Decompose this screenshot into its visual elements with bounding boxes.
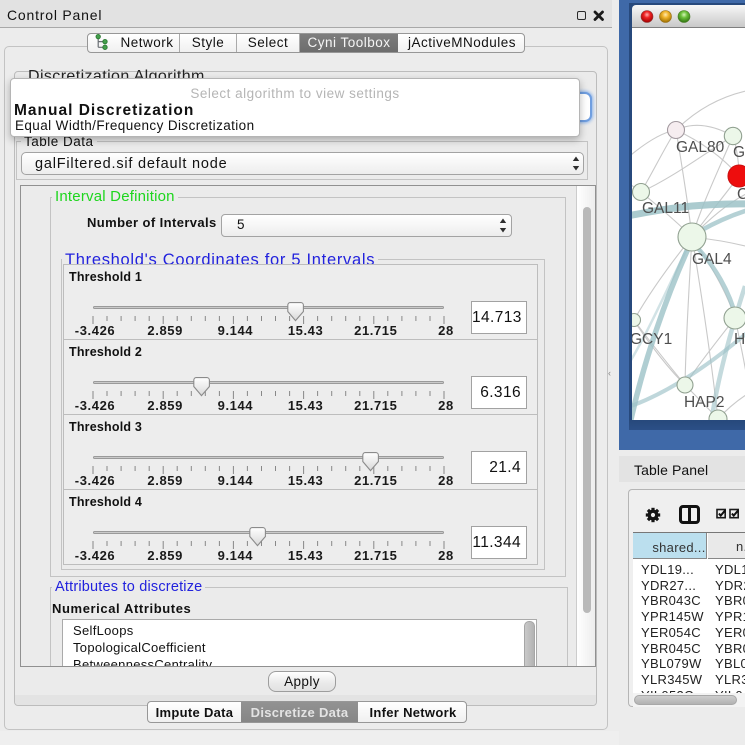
svg-text:HAP2: HAP2 <box>684 394 725 411</box>
svg-text:GAL2: GAL2 <box>733 144 745 161</box>
svg-text:CRP1: CRP1 <box>737 186 745 203</box>
svg-text:GAL4: GAL4 <box>692 251 732 268</box>
svg-text:HAP1: HAP1 <box>734 331 745 348</box>
svg-text:GAL80: GAL80 <box>676 139 725 156</box>
svg-text:GCY1: GCY1 <box>632 331 672 348</box>
svg-text:GAL11: GAL11 <box>642 200 689 217</box>
